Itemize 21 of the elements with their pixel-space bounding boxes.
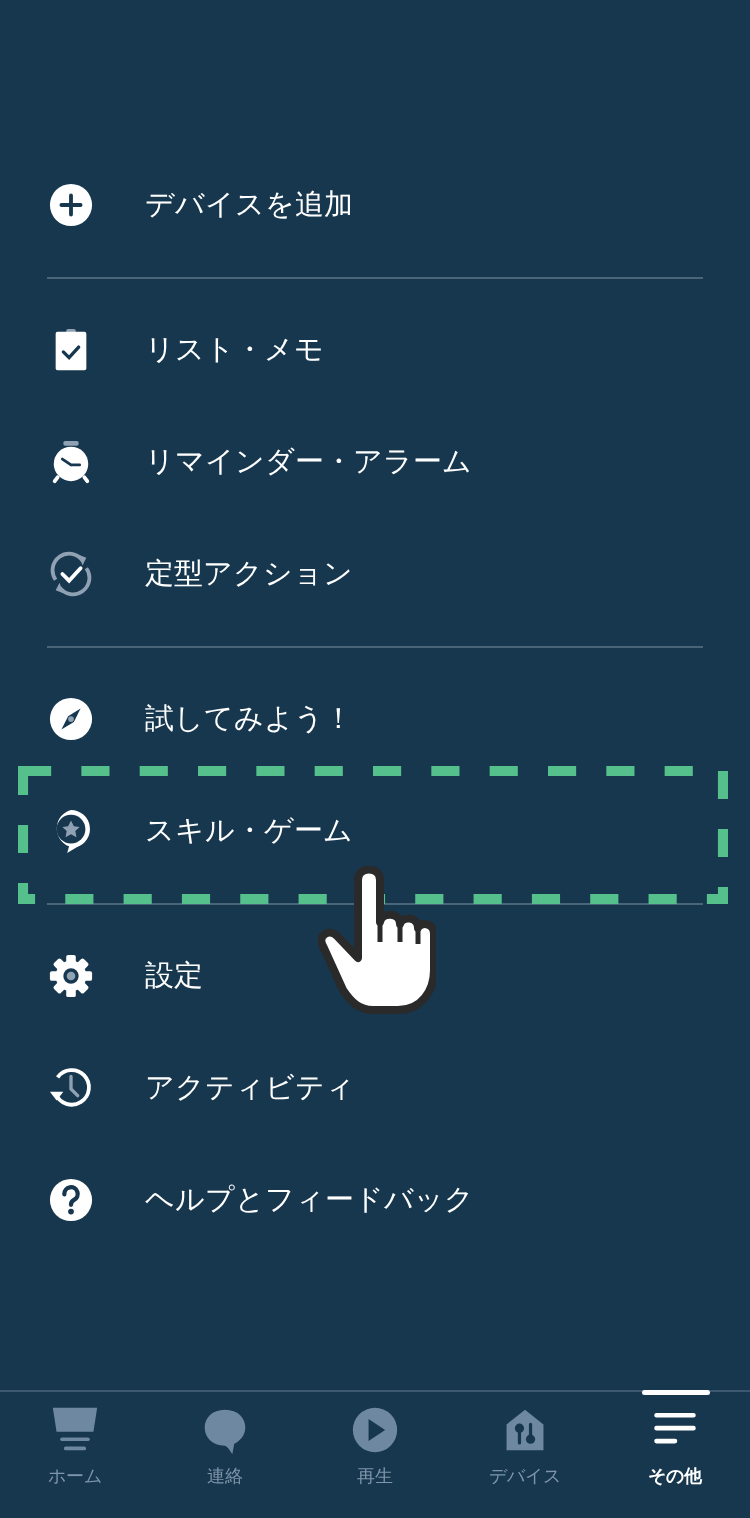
refresh-check-icon	[48, 551, 94, 597]
menu-item[interactable]: 試してみよう！	[0, 663, 750, 775]
menu-item[interactable]: 定型アクション	[0, 518, 750, 630]
menu-item[interactable]: 設定	[0, 920, 750, 1032]
tab[interactable]: その他	[600, 1392, 750, 1518]
tab[interactable]: 再生	[300, 1392, 450, 1518]
menu-item[interactable]: リマインダー・アラーム	[0, 406, 750, 518]
menu-item[interactable]: スキル・ゲーム	[0, 775, 750, 887]
tab[interactable]: ホーム	[0, 1392, 150, 1518]
menu-item[interactable]: アクティビティ	[0, 1032, 750, 1144]
play-icon	[351, 1406, 399, 1454]
tab[interactable]: デバイス	[450, 1392, 600, 1518]
plus-icon	[48, 182, 94, 228]
pointer-hand-icon	[318, 866, 436, 1014]
settings-icon	[48, 953, 94, 999]
menu-item[interactable]: デバイスを追加	[0, 149, 750, 261]
tab[interactable]: 連絡	[150, 1392, 300, 1518]
compass-icon	[48, 696, 94, 742]
help-icon	[48, 1177, 94, 1223]
menu-item[interactable]: リスト・メモ	[0, 294, 750, 406]
menu-item[interactable]: ヘルプとフィードバック	[0, 1144, 750, 1256]
